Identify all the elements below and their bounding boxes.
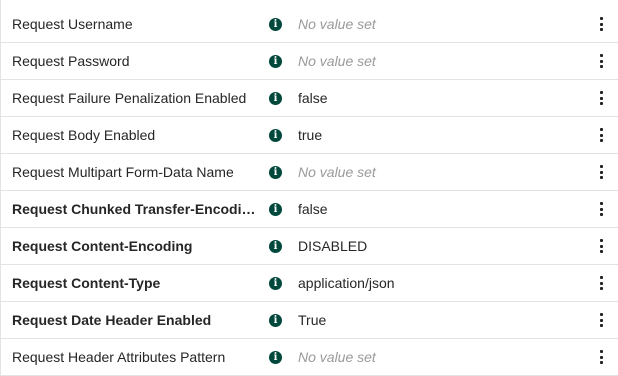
info-icon[interactable]: i <box>269 202 282 216</box>
property-row: Request Content-Type i application/json <box>1 265 618 302</box>
info-glyph: i <box>273 203 278 215</box>
property-name: Request Failure Penalization Enabled <box>12 90 247 106</box>
property-value[interactable]: No value set <box>298 53 376 69</box>
property-name: Request Body Enabled <box>12 127 156 143</box>
property-value[interactable]: false <box>298 201 328 217</box>
property-value[interactable]: DISABLED <box>298 238 367 254</box>
kebab-menu-icon[interactable] <box>597 128 605 142</box>
info-glyph: i <box>273 129 278 141</box>
kebab-menu-icon[interactable] <box>597 276 605 290</box>
property-row: Request Username i No value set <box>1 6 618 43</box>
info-icon[interactable]: i <box>269 276 282 290</box>
property-row: Request Multipart Form-Data Name i No va… <box>1 154 618 191</box>
property-name: Request Header Attributes Pattern <box>12 349 226 365</box>
info-icon[interactable]: i <box>269 165 282 179</box>
info-glyph: i <box>273 314 278 326</box>
kebab-menu-icon[interactable] <box>597 239 605 253</box>
kebab-menu-icon[interactable] <box>597 202 605 216</box>
property-value[interactable]: true <box>298 127 322 143</box>
property-value[interactable]: No value set <box>298 349 376 365</box>
property-row: Request Date Header Enabled i True <box>1 302 618 339</box>
info-icon[interactable]: i <box>269 350 282 364</box>
property-row: Request Header Attributes Pattern i No v… <box>1 339 618 376</box>
property-value[interactable]: True <box>298 312 326 328</box>
info-glyph: i <box>273 351 278 363</box>
info-glyph: i <box>273 240 278 252</box>
info-icon[interactable]: i <box>269 128 282 142</box>
info-icon[interactable]: i <box>269 54 282 68</box>
kebab-menu-icon[interactable] <box>597 17 605 31</box>
property-row: Request Chunked Transfer-Encoding E... i… <box>1 191 618 228</box>
property-row: Request Content-Encoding i DISABLED <box>1 228 618 265</box>
info-glyph: i <box>273 166 278 178</box>
property-row: Request Failure Penalization Enabled i f… <box>1 80 618 117</box>
property-value[interactable]: application/json <box>298 275 395 291</box>
info-glyph: i <box>273 277 278 289</box>
property-name: Request Content-Type <box>12 275 161 291</box>
properties-table: Request Username i No value set Request … <box>0 0 618 376</box>
info-glyph: i <box>273 92 278 104</box>
property-value[interactable]: No value set <box>298 16 376 32</box>
kebab-menu-icon[interactable] <box>597 54 605 68</box>
info-icon[interactable]: i <box>269 313 282 327</box>
property-row: Request Password i No value set <box>1 43 618 80</box>
info-glyph: i <box>273 55 278 67</box>
property-value[interactable]: No value set <box>298 164 376 180</box>
info-glyph: i <box>273 18 278 30</box>
property-row: Request Body Enabled i true <box>1 117 618 154</box>
property-name: Request Chunked Transfer-Encoding E... <box>12 201 264 217</box>
property-name: Request Username <box>12 16 133 32</box>
property-name: Request Content-Encoding <box>12 238 193 254</box>
kebab-menu-icon[interactable] <box>597 350 605 364</box>
property-name: Request Date Header Enabled <box>12 312 212 328</box>
kebab-menu-icon[interactable] <box>597 91 605 105</box>
property-name: Request Password <box>12 53 130 69</box>
property-name: Request Multipart Form-Data Name <box>12 164 234 180</box>
kebab-menu-icon[interactable] <box>597 313 605 327</box>
info-icon[interactable]: i <box>269 239 282 253</box>
info-icon[interactable]: i <box>269 17 282 31</box>
info-icon[interactable]: i <box>269 91 282 105</box>
kebab-menu-icon[interactable] <box>597 165 605 179</box>
property-value[interactable]: false <box>298 90 328 106</box>
